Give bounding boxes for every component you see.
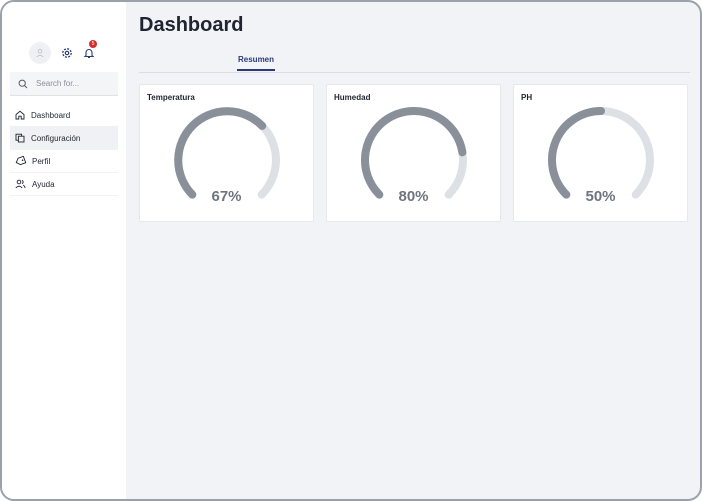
card-humedad: Humedad 80% bbox=[326, 84, 501, 222]
bell-icon bbox=[83, 49, 95, 59]
notifications-button[interactable]: 5 bbox=[83, 40, 97, 60]
sidebar-nav: Dashboard Configuración Perfil Ayuda bbox=[10, 104, 118, 196]
users-icon bbox=[15, 179, 26, 189]
gauge-value: 67% bbox=[211, 188, 242, 205]
card-title: Humedad bbox=[334, 93, 371, 102]
copy-icon bbox=[15, 133, 25, 143]
gear-icon[interactable] bbox=[61, 47, 73, 59]
home-icon bbox=[15, 110, 25, 120]
tag-icon bbox=[15, 156, 26, 166]
sidebar-item-label: Dashboard bbox=[31, 110, 71, 120]
sidebar: 5 Dashboard Configuración bbox=[2, 2, 126, 499]
sidebar-item-ayuda[interactable]: Ayuda bbox=[10, 173, 118, 196]
gauge-value: 50% bbox=[585, 188, 616, 205]
gauge-fill bbox=[548, 107, 605, 199]
app-window: 5 Dashboard Configuración bbox=[0, 0, 702, 501]
sidebar-item-label: Configuración bbox=[31, 133, 81, 143]
sidebar-item-dashboard[interactable]: Dashboard bbox=[10, 104, 118, 127]
page-title: Dashboard bbox=[139, 14, 244, 36]
tab-resumen[interactable]: Resumen bbox=[237, 55, 276, 71]
sidebar-item-label: Ayuda bbox=[32, 179, 55, 189]
sidebar-item-configuracion[interactable]: Configuración bbox=[10, 127, 118, 150]
search-input[interactable] bbox=[34, 78, 114, 89]
gauge-fill bbox=[174, 107, 267, 199]
sidebar-item-perfil[interactable]: Perfil bbox=[10, 150, 118, 173]
gauge-value: 80% bbox=[398, 188, 429, 205]
user-icon bbox=[36, 49, 44, 58]
card-ph: PH 50% bbox=[513, 84, 688, 222]
sidebar-top-icons: 5 bbox=[29, 40, 97, 64]
notification-badge: 5 bbox=[89, 40, 97, 48]
search-box bbox=[10, 72, 118, 96]
avatar[interactable] bbox=[29, 42, 51, 64]
gauge-cards: Temperatura 67% Humedad 80% PH 50% bbox=[139, 84, 688, 222]
search-icon bbox=[18, 79, 28, 88]
tab-bar: Resumen bbox=[139, 55, 690, 73]
card-temperatura: Temperatura 67% bbox=[139, 84, 314, 222]
gauge-fill bbox=[361, 107, 467, 199]
main-content: Dashboard Resumen Temperatura 67% Humeda… bbox=[126, 2, 700, 499]
card-title: PH bbox=[521, 93, 533, 102]
card-title: Temperatura bbox=[147, 93, 195, 102]
sidebar-item-label: Perfil bbox=[32, 156, 51, 166]
